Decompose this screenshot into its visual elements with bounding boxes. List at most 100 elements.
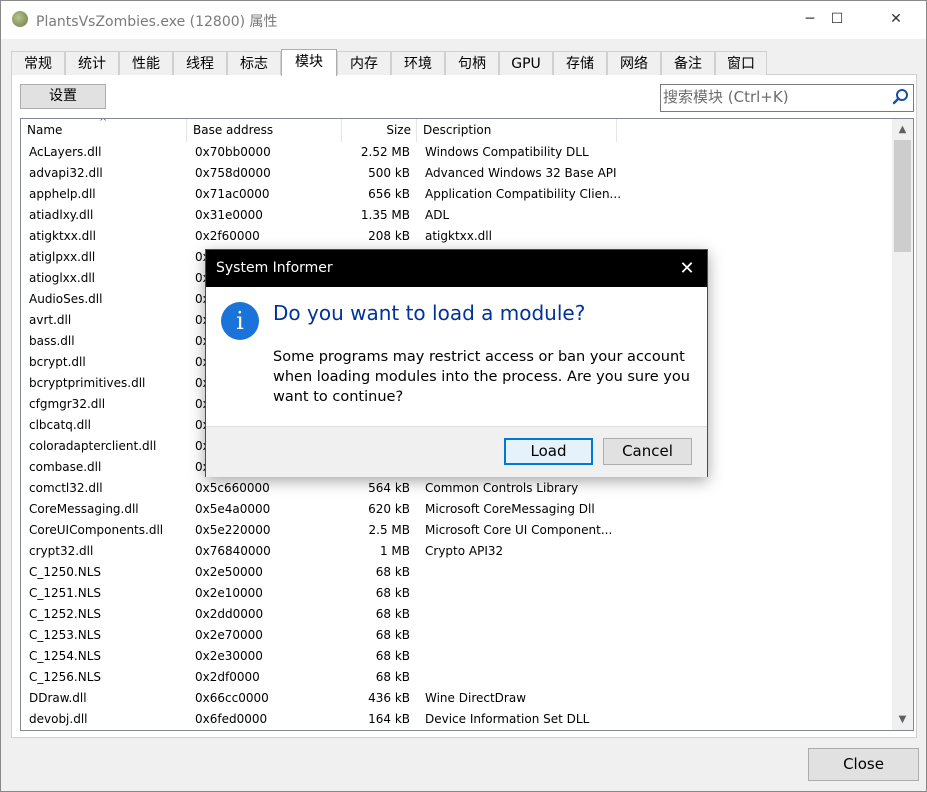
module-name-cell: AcLayers.dll <box>29 145 102 159</box>
table-row[interactable]: apphelp.dll 0x71ac0000 656 kB Application C… <box>21 184 891 205</box>
size-cell: 564 kB <box>368 481 410 495</box>
tab-memory[interactable]: 内存 <box>337 51 391 75</box>
base-address-cell: 0x758d0000 <box>195 166 271 180</box>
base-address-cell: 0x2e50000 <box>195 565 263 579</box>
tab-general[interactable]: 常规 <box>11 51 65 75</box>
module-name-cell: comctl32.dll <box>29 481 103 495</box>
table-row[interactable]: C_1252.NLS 0x2dd0000 68 kB <box>21 604 891 625</box>
table-row[interactable]: advapi32.dll 0x758d0000 500 kB Advanced Win… <box>21 163 891 184</box>
close-button[interactable]: Close <box>808 748 919 781</box>
base-address-cell: 0x2e70000 <box>195 628 263 642</box>
base-address-cell: 0x2dd0000 <box>195 607 264 621</box>
column-header-base-address[interactable]: Base address <box>187 119 342 142</box>
cancel-button[interactable]: Cancel <box>603 438 692 465</box>
table-row[interactable]: C_1251.NLS 0x2e10000 68 kB <box>21 583 891 604</box>
size-cell: 68 kB <box>375 607 410 621</box>
description-cell: Windows Compatibility DLL <box>425 145 589 159</box>
module-name-cell: C_1256.NLS <box>29 670 102 684</box>
module-name-cell: bass.dll <box>29 334 75 348</box>
size-cell: 68 kB <box>375 565 410 579</box>
table-row[interactable]: comctl32.dll 0x5c660000 564 kB Common Contr… <box>21 478 891 499</box>
tab-handles[interactable]: 句柄 <box>445 51 499 75</box>
module-name-cell: C_1253.NLS <box>29 628 102 642</box>
table-row[interactable]: atiadlxy.dll 0x31e0000 1.35 MB ADL <box>21 205 891 226</box>
maximize-button[interactable]: ☐ <box>814 1 860 39</box>
base-address-cell: 0x2df0000 <box>195 670 260 684</box>
column-header-size[interactable]: Size <box>342 119 417 142</box>
base-address-cell: 0x71ac0000 <box>195 187 270 201</box>
load-button[interactable]: Load <box>504 438 593 465</box>
tab-token[interactable]: 标志 <box>227 51 281 75</box>
module-name-cell: atiadlxy.dll <box>29 208 94 222</box>
base-address-cell: 0x66cc0000 <box>195 691 269 705</box>
table-row[interactable]: C_1254.NLS 0x2e30000 68 kB <box>21 646 891 667</box>
table-row[interactable]: atigktxx.dll 0x2f60000 208 kB atigktxx.dll <box>21 226 891 247</box>
load-module-dialog: System Informer ✕ i Do you want to load … <box>205 249 708 477</box>
tab-modules[interactable]: 模块 <box>281 49 337 76</box>
table-row[interactable]: CoreMessaging.dll 0x5e4a0000 620 kB Microso… <box>21 499 891 520</box>
description-cell: Microsoft Core UI Component... <box>425 523 613 537</box>
description-cell: Microsoft CoreMessaging Dll <box>425 502 595 516</box>
module-name-cell: devobj.dll <box>29 712 88 726</box>
tab-comment[interactable]: 备注 <box>661 51 715 75</box>
vertical-scrollbar[interactable]: ▲ ▼ <box>892 119 913 730</box>
table-row[interactable]: AcLayers.dll 0x70bb0000 2.52 MB Windows Com… <box>21 142 891 163</box>
table-row[interactable]: C_1250.NLS 0x2e50000 68 kB <box>21 562 891 583</box>
column-header-name[interactable]: Name ^ <box>21 119 187 142</box>
dialog-title-bar[interactable]: System Informer ✕ <box>206 250 707 287</box>
module-name-cell: C_1250.NLS <box>29 565 102 579</box>
description-cell: Advanced Windows 32 Base API <box>425 166 617 180</box>
properties-window: PlantsVsZombies.exe (12800) 属性 ─ ☐ ✕ 常规 … <box>0 0 927 792</box>
description-cell: Device Information Set DLL <box>425 712 590 726</box>
tab-windows[interactable]: 窗口 <box>715 51 767 75</box>
column-header-description[interactable]: Description <box>417 119 617 142</box>
base-address-cell: 0x70bb0000 <box>195 145 271 159</box>
description-cell: Common Controls Library <box>425 481 579 495</box>
tab-disk[interactable]: 存储 <box>553 51 607 75</box>
tab-gpu[interactable]: GPU <box>499 51 553 75</box>
base-address-cell: 0x2e10000 <box>195 586 263 600</box>
size-cell: 1 MB <box>379 544 410 558</box>
table-row[interactable]: C_1256.NLS 0x2df0000 68 kB <box>21 667 891 688</box>
scroll-down-icon[interactable]: ▼ <box>892 709 913 730</box>
description-cell: Wine DirectDraw <box>425 691 527 705</box>
base-address-cell: 0x76840000 <box>195 544 271 558</box>
module-name-cell: apphelp.dll <box>29 187 96 201</box>
description-cell: Crypto API32 <box>425 544 504 558</box>
module-name-cell: clbcatq.dll <box>29 418 91 432</box>
table-row[interactable]: crypt32.dll 0x76840000 1 MB Crypto API32 <box>21 541 891 562</box>
search-input[interactable] <box>663 86 887 108</box>
dialog-close-button[interactable]: ✕ <box>675 257 699 281</box>
module-name-cell: avrt.dll <box>29 313 72 327</box>
size-cell: 68 kB <box>375 628 410 642</box>
module-name-cell: CoreMessaging.dll <box>29 502 139 516</box>
tab-threads[interactable]: 线程 <box>173 51 227 75</box>
size-cell: 68 kB <box>375 649 410 663</box>
module-name-cell: C_1252.NLS <box>29 607 102 621</box>
list-header: Name ^ Base address Size Description <box>21 119 891 142</box>
tab-performance[interactable]: 性能 <box>119 51 173 75</box>
size-cell: 620 kB <box>368 502 410 516</box>
title-bar[interactable]: PlantsVsZombies.exe (12800) 属性 ─ ☐ ✕ <box>1 1 926 39</box>
window-close-button[interactable]: ✕ <box>873 1 919 39</box>
scroll-up-icon[interactable]: ▲ <box>892 119 913 140</box>
settings-button[interactable]: 设置 <box>20 84 106 109</box>
table-row[interactable]: devobj.dll 0x6fed0000 164 kB Device Informa… <box>21 709 891 730</box>
tab-environment[interactable]: 环境 <box>391 51 445 75</box>
size-cell: 500 kB <box>368 166 410 180</box>
module-name-cell: crypt32.dll <box>29 544 94 558</box>
table-row[interactable]: DDraw.dll 0x66cc0000 436 kB Wine DirectDraw <box>21 688 891 709</box>
size-cell: 68 kB <box>375 586 410 600</box>
module-name-cell: C_1251.NLS <box>29 586 102 600</box>
module-name-cell: bcrypt.dll <box>29 355 86 369</box>
sort-ascending-icon: ^ <box>99 118 108 128</box>
table-row[interactable]: C_1253.NLS 0x2e70000 68 kB <box>21 625 891 646</box>
tab-network[interactable]: 网络 <box>607 51 661 75</box>
base-address-cell: 0x2f60000 <box>195 229 260 243</box>
table-row[interactable]: CoreUIComponents.dll 0x5e220000 2.5 MB Micr… <box>21 520 891 541</box>
module-name-cell: cfgmgr32.dll <box>29 397 106 411</box>
scrollbar-thumb[interactable] <box>894 140 911 252</box>
tab-statistics[interactable]: 统计 <box>65 51 119 75</box>
description-cell: atigktxx.dll <box>425 229 492 243</box>
search-icon[interactable] <box>892 88 910 106</box>
